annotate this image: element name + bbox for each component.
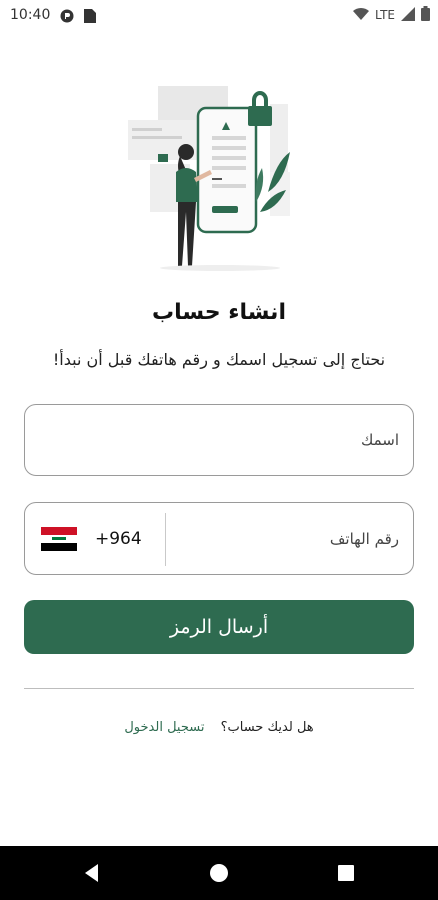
- page-subtitle: نحتاج إلى تسجيل اسمك و رقم هاتفك قبل أن …: [52, 350, 386, 369]
- signup-illustration: [120, 82, 304, 272]
- name-field-container: [24, 404, 414, 476]
- login-question: هل لديك حساب؟: [220, 720, 314, 735]
- name-input[interactable]: [25, 405, 413, 475]
- phone-field-container: +964: [24, 502, 414, 575]
- recents-icon[interactable]: [334, 861, 358, 885]
- app-icon: [60, 8, 74, 27]
- send-code-button[interactable]: أرسال الرمز: [24, 600, 414, 654]
- signal-icon: [401, 6, 415, 24]
- login-prompt: هل لديك حساب؟ تسجيل الدخول: [0, 720, 438, 735]
- network-label: LTE: [375, 8, 395, 22]
- battery-icon: [421, 6, 430, 24]
- country-code: +964: [95, 528, 142, 549]
- iraq-flag-icon: [41, 526, 77, 551]
- status-bar: 10:40 LTE: [0, 0, 438, 30]
- country-code-picker[interactable]: +964: [41, 503, 161, 574]
- phone-input[interactable]: [165, 503, 413, 574]
- home-icon[interactable]: [207, 861, 231, 885]
- page-title: انشاء حساب: [152, 300, 286, 325]
- login-link[interactable]: تسجيل الدخول: [124, 720, 204, 735]
- status-indicators: LTE: [353, 6, 430, 24]
- system-nav-bar: [0, 846, 438, 900]
- divider: [24, 688, 414, 689]
- wifi-icon: [353, 7, 370, 24]
- status-time: 10:40: [10, 7, 51, 23]
- sim-card-icon: [84, 8, 96, 27]
- back-icon[interactable]: [80, 861, 104, 885]
